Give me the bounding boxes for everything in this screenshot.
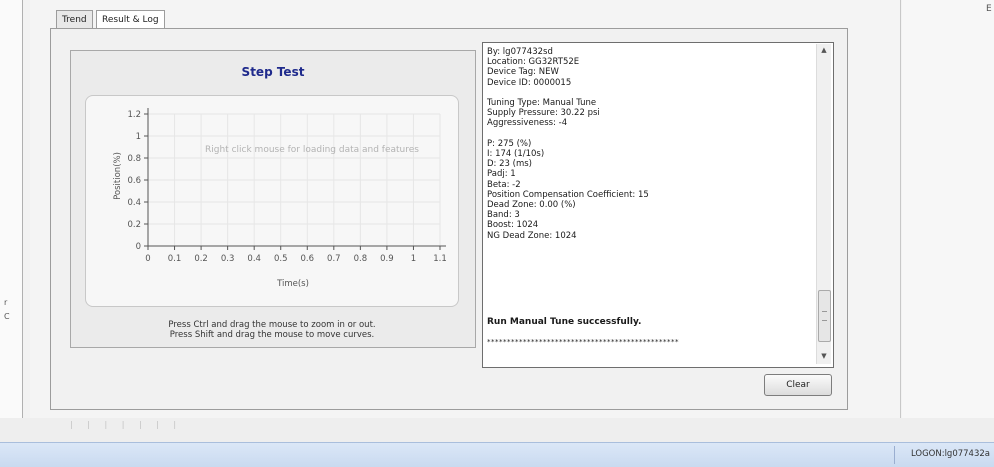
x-tick-label: 1.1 <box>433 254 447 264</box>
log-line: Boost: 1024 <box>487 220 539 231</box>
log-success: Run Manual Tune successfully. <box>487 317 642 327</box>
left-panel <box>0 0 23 420</box>
x-tick-label: 0.7 <box>327 254 341 264</box>
status-bar <box>0 442 994 467</box>
log-line: By: lg077432sd <box>487 47 553 57</box>
status-separator <box>894 446 895 464</box>
log-line: Padj: 1 <box>487 169 516 180</box>
chart-hint: Press Ctrl and drag the mouse to zoom in… <box>0 320 544 340</box>
bottom-ticks: | | | | | | | <box>70 420 183 429</box>
chart-grid <box>147 113 441 247</box>
chart-frame[interactable]: 0 0.1 0.2 0.3 0.4 0.5 0.6 0.7 0.8 0.9 1 1.1 0 0.2 0.4 0… <box>85 95 459 307</box>
right-panel <box>902 0 994 420</box>
log-line: Beta: -2 <box>487 179 521 190</box>
left-glyph-1: r <box>4 298 8 307</box>
log-line: NG Dead Zone: 1024 <box>487 230 577 241</box>
y-tick-label: 0.8 <box>127 154 141 164</box>
log-line: Location: GG32RT52E <box>487 57 580 68</box>
y-tick-label: 0.2 <box>127 220 141 230</box>
x-tick-label: 1 <box>411 254 416 264</box>
log-line: P: 275 (%) <box>487 138 532 149</box>
log-line: D: 23 (ms) <box>487 159 532 170</box>
log-line: Tuning Type: Manual Tune <box>487 98 597 108</box>
y-tick-label: 0.6 <box>127 176 141 186</box>
scroll-down-icon[interactable]: ▼ <box>817 350 831 362</box>
log-line: Dead Zone: 0.00 (%) <box>487 200 576 210</box>
y-axis-label: Position(%) <box>113 152 123 200</box>
log-separator: ****************************************… <box>487 338 679 346</box>
chart-title: Step Test <box>241 65 305 79</box>
chart-hint-line-1: Press Ctrl and drag the mouse to zoom in… <box>168 320 376 330</box>
x-tick-label: 0.4 <box>247 254 261 264</box>
scroll-grip-icon <box>822 311 827 321</box>
x-tick-label: 0.6 <box>301 254 315 264</box>
step-test-panel: Step Test 0 0.1 0.2 0.3 0.4 0.5 0.6 0.7 0.8 0.9 1 1… <box>70 50 476 348</box>
step-test-chart[interactable]: 0 0.1 0.2 0.3 0.4 0.5 0.6 0.7 0.8 0.9 1 1.1 0 0.2 0.4 0… <box>86 96 458 306</box>
log-line: Supply Pressure: 30.22 psi <box>487 108 600 119</box>
divider <box>22 0 23 418</box>
x-axis-label: Time(s) <box>276 279 309 289</box>
log-line: Device ID: 0000015 <box>487 77 572 88</box>
log-line: Device Tag: NEW <box>487 67 559 78</box>
result-log[interactable]: By: lg077432sd Location: GG32RT52E Device … <box>482 42 834 368</box>
chart-annotation: Right click mouse for loading data and f… <box>205 145 419 155</box>
x-tick-label: 0.8 <box>354 254 368 264</box>
chart-ticks: 0 0.1 0.2 0.3 0.4 0.5 0.6 0.7 0.8 0.9 1 1.1 0 0.2 0.4 0… <box>127 110 446 264</box>
right-glyph: E <box>986 4 992 14</box>
y-tick-label: 1 <box>136 132 141 142</box>
tab-result-log[interactable]: Result & Log <box>96 10 165 30</box>
y-tick-label: 0.4 <box>127 198 141 208</box>
scroll-thumb[interactable] <box>818 290 831 342</box>
x-tick-label: 0.5 <box>274 254 288 264</box>
scroll-up-icon[interactable]: ▲ <box>817 44 831 56</box>
log-line: Position Compensation Coefficient: 15 <box>487 189 649 200</box>
x-tick-label: 0.9 <box>380 254 394 264</box>
status-logon: LOGON:lg077432a <box>910 449 990 459</box>
y-tick-label: 0 <box>136 242 141 252</box>
tab-trend[interactable]: Trend <box>56 10 93 29</box>
x-tick-label: 0.2 <box>194 254 208 264</box>
log-scrollbar[interactable]: ▲ ▼ <box>816 44 831 364</box>
log-line: Aggressiveness: -4 <box>487 118 568 129</box>
x-tick-label: 0.3 <box>221 254 235 264</box>
x-tick-label: 0 <box>145 254 150 264</box>
chart-hint-line-2: Press Shift and drag the mouse to move c… <box>169 330 375 340</box>
log-line: I: 174 (1/10s) <box>487 149 545 159</box>
chart-axes <box>147 108 446 247</box>
y-tick-label: 1.2 <box>127 110 141 120</box>
x-tick-label: 0.1 <box>168 254 182 264</box>
clear-button[interactable]: Clear <box>764 374 832 396</box>
log-line: Band: 3 <box>487 210 520 221</box>
